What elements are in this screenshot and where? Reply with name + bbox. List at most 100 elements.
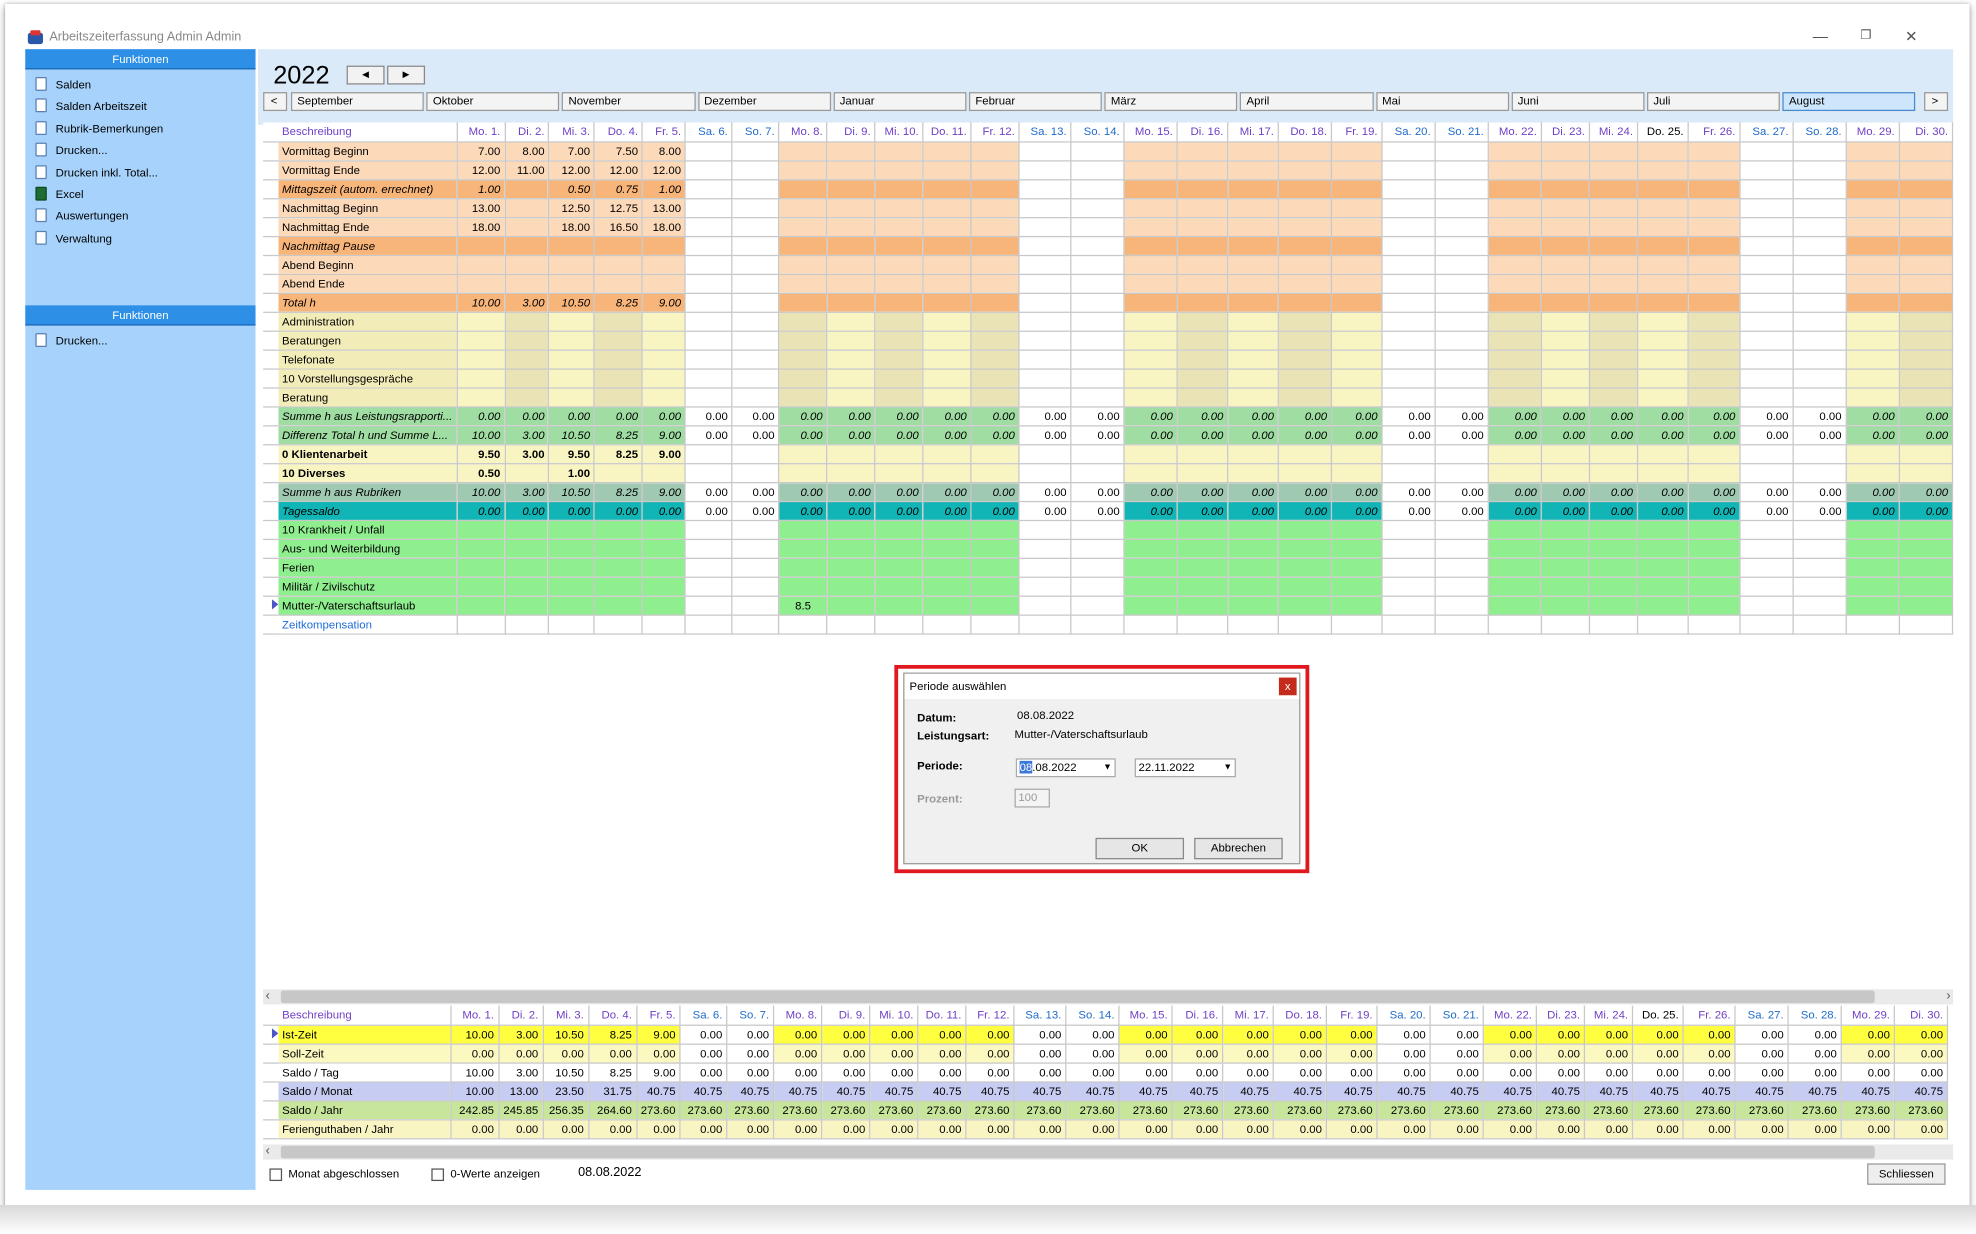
day-cell[interactable] [779,179,828,199]
day-cell[interactable]: 7.50 [594,141,644,161]
day-cell[interactable] [1688,519,1741,540]
scroll-thumb[interactable] [280,1145,1875,1159]
day-cell[interactable] [779,463,828,483]
day-cell[interactable] [1589,368,1639,389]
day-cell[interactable]: 0.00 [1273,1043,1328,1064]
day-cell[interactable] [1227,198,1280,218]
day-cell[interactable] [827,217,876,237]
day-cell[interactable]: 0.00 [1841,1119,1896,1139]
day-cell[interactable] [1739,179,1794,199]
day-cell[interactable] [1688,463,1741,483]
day-cell[interactable]: 273.60 [1483,1100,1538,1120]
day-cell[interactable] [1899,235,1954,256]
day-cell[interactable] [1019,198,1072,218]
day-cell[interactable] [1688,311,1741,332]
day-cell[interactable] [1637,614,1689,635]
day-cell[interactable]: 273.60 [1222,1100,1274,1120]
day-cell[interactable]: 0.00 [1430,1119,1484,1139]
day-cell[interactable] [1688,595,1741,616]
day-cell[interactable] [732,519,780,540]
day-cell[interactable]: 40.75 [1894,1081,1949,1101]
day-cell[interactable] [685,519,733,540]
day-cell[interactable] [1792,330,1847,351]
day-cell[interactable]: 0.00 [917,1024,967,1045]
day-cell[interactable]: 0.00 [1541,406,1591,426]
day-cell[interactable]: 0.00 [1065,1062,1120,1082]
day-cell[interactable] [1177,311,1229,332]
month-tab[interactable]: April [1240,92,1374,112]
day-cell[interactable] [1739,368,1794,389]
day-cell[interactable]: 0.00 [1071,482,1125,502]
day-cell[interactable] [1278,595,1333,616]
day-cell[interactable]: 0.00 [869,1062,919,1082]
day-cell[interactable] [1382,217,1436,237]
day-cell[interactable]: 0.00 [1376,1043,1431,1064]
day-cell[interactable] [685,444,733,464]
day-cell[interactable] [1637,217,1689,237]
day-cell[interactable] [1846,463,1900,483]
day-column-header[interactable]: Fr. 26. [1688,122,1741,142]
day-cell[interactable]: 0.00 [1841,1043,1896,1064]
day-cell[interactable] [594,387,644,407]
day-cell[interactable]: 0.00 [1435,500,1489,521]
day-cell[interactable] [456,235,506,256]
day-cell[interactable] [971,292,1020,313]
day-cell[interactable]: 0.00 [1683,1024,1736,1045]
day-cell[interactable] [1899,254,1954,275]
day-cell[interactable]: 0.00 [1846,406,1900,426]
period-to-datepicker[interactable]: 22.11.2022 ▼ [1134,758,1236,778]
day-cell[interactable] [1435,444,1489,464]
day-column-header[interactable]: Mo. 22. [1483,1005,1538,1026]
day-cell[interactable] [827,614,876,635]
day-column-header[interactable]: Mi. 24. [1584,1005,1634,1026]
day-cell[interactable] [827,463,876,483]
day-cell[interactable]: 0.50 [548,179,596,199]
day-cell[interactable] [1019,273,1072,294]
day-cell[interactable]: 0.00 [1071,500,1125,521]
day-cell[interactable]: 0.00 [971,500,1020,521]
day-column-header[interactable]: Di. 23. [1541,122,1591,142]
row-label[interactable]: Vormittag Beginn [278,141,458,161]
day-column-header[interactable]: Do. 4. [588,1005,637,1026]
day-cell[interactable]: 0.00 [1637,406,1689,426]
day-cell[interactable] [1177,519,1229,540]
row-selector[interactable] [263,444,279,464]
day-cell[interactable] [1019,595,1072,616]
day-cell[interactable] [1019,387,1072,407]
top-scrollbar[interactable]: ‹ › [263,989,1954,1005]
day-cell[interactable]: 0.00 [1894,1062,1949,1082]
day-cell[interactable] [1846,387,1900,407]
day-cell[interactable] [732,576,780,597]
day-cell[interactable] [1846,595,1900,616]
day-cell[interactable] [779,198,828,218]
show-zero-values-checkbox[interactable] [431,1168,445,1182]
day-cell[interactable]: 0.00 [1019,482,1072,502]
day-cell[interactable]: 0.00 [1688,482,1741,502]
day-cell[interactable] [1382,273,1436,294]
day-cell[interactable] [779,444,828,464]
day-cell[interactable]: 0.00 [1589,500,1639,521]
day-cell[interactable] [827,538,876,559]
day-cell[interactable] [1792,217,1847,237]
day-cell[interactable] [548,538,596,559]
day-cell[interactable] [875,160,924,180]
ok-button[interactable]: OK [1095,837,1185,860]
day-cell[interactable] [827,444,876,464]
day-cell[interactable] [1688,557,1741,578]
day-cell[interactable] [504,330,550,351]
day-cell[interactable] [1382,330,1436,351]
sidebar-item[interactable]: Drucken inkl. Total... [35,164,158,183]
day-cell[interactable] [1382,444,1436,464]
day-cell[interactable] [1488,538,1542,559]
day-cell[interactable] [456,387,506,407]
day-cell[interactable] [1124,557,1178,578]
day-cell[interactable]: 0.00 [1899,482,1954,502]
day-cell[interactable]: 40.75 [1222,1081,1274,1101]
day-cell[interactable]: 40.75 [726,1081,775,1101]
day-cell[interactable] [1589,519,1639,540]
day-cell[interactable]: 0.00 [1688,500,1741,521]
row-selector[interactable] [263,614,279,635]
day-cell[interactable] [1637,254,1689,275]
day-cell[interactable] [594,349,644,370]
day-cell[interactable]: 0.00 [1483,1024,1538,1045]
